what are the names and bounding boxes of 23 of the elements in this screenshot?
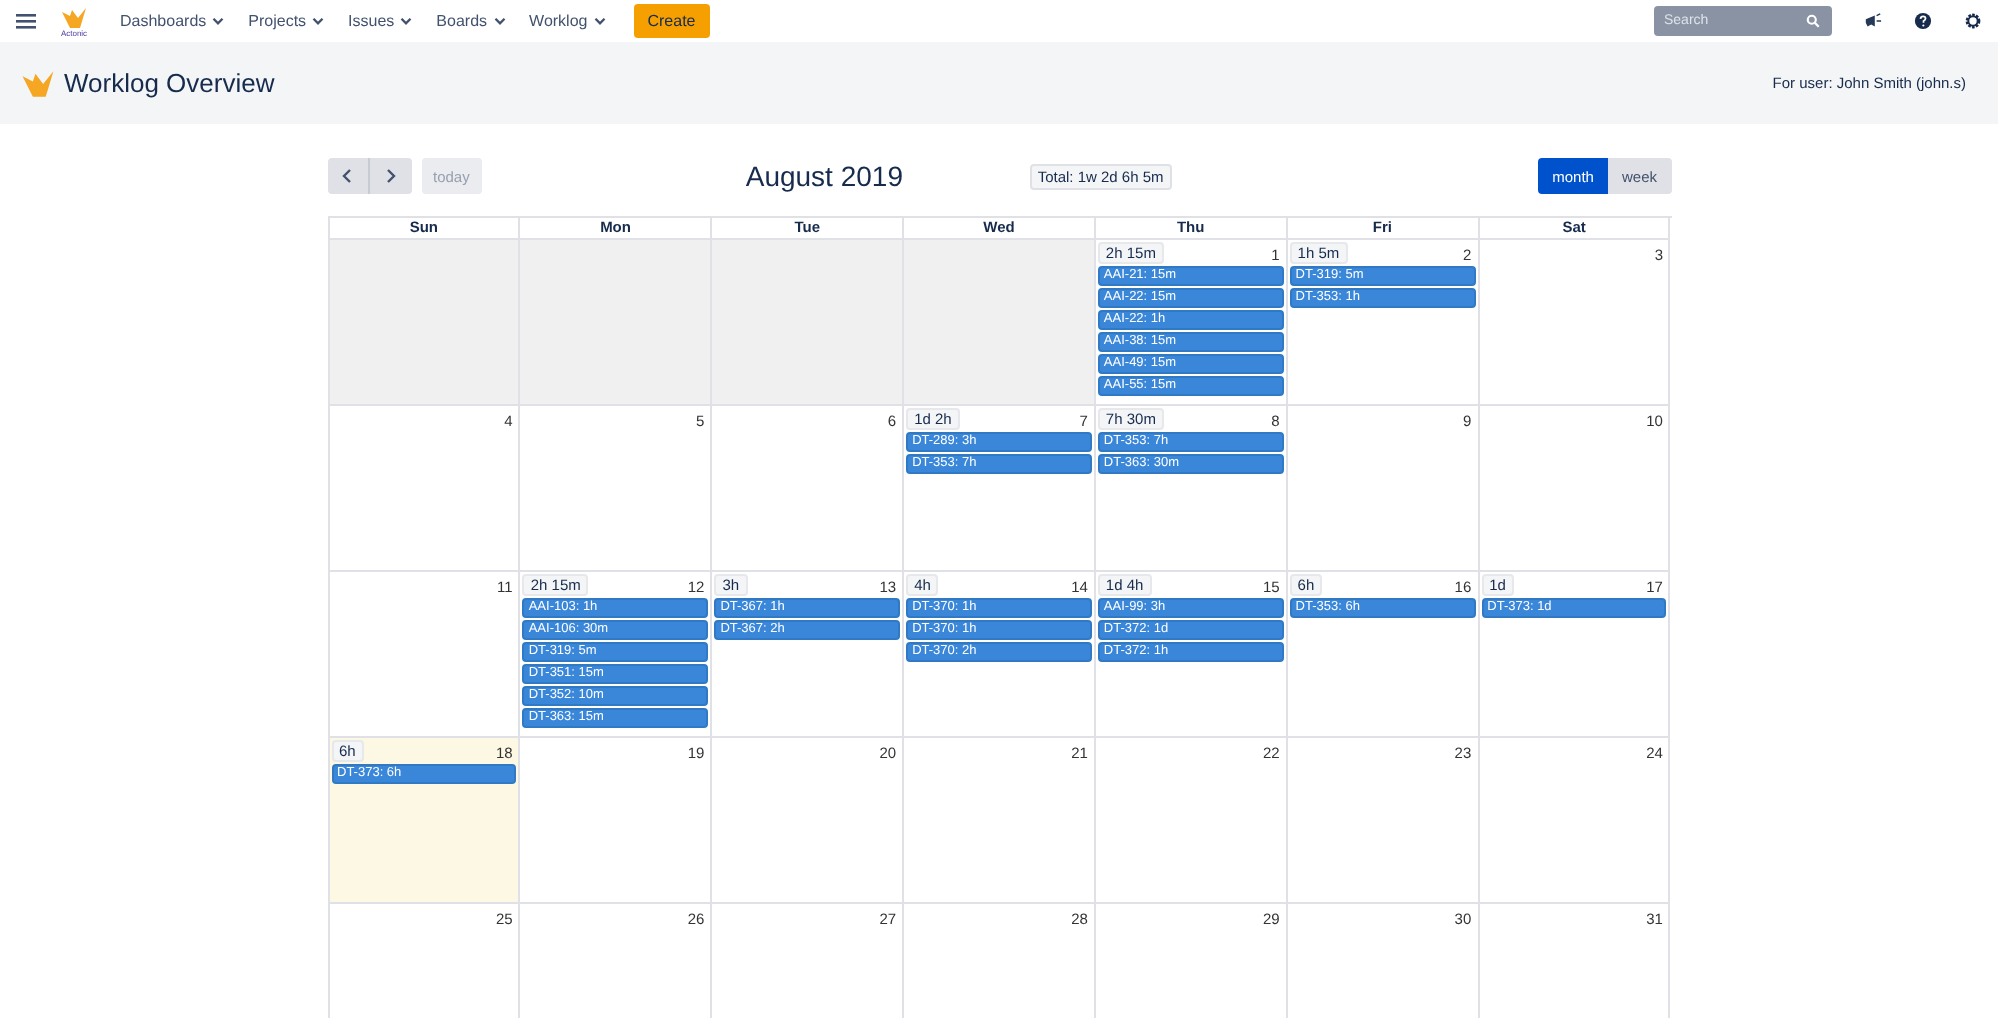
nav-menu[interactable]: Boards xyxy=(432,12,510,30)
caret-icon xyxy=(493,16,506,26)
logo-icon xyxy=(20,67,56,99)
megaphone-icon[interactable] xyxy=(1864,12,1882,30)
caret-icon xyxy=(400,16,413,26)
page-title: Worklog Overview xyxy=(64,68,275,98)
nav-menu[interactable]: Dashboards xyxy=(116,12,229,30)
menu-icon[interactable] xyxy=(16,12,36,30)
nav-menu[interactable]: Issues xyxy=(344,12,417,30)
caret-icon xyxy=(312,16,325,26)
month-title: August 2019 xyxy=(745,160,903,192)
create-button[interactable]: Create xyxy=(633,4,710,38)
caret-icon xyxy=(593,16,606,26)
previous-button[interactable] xyxy=(327,158,369,194)
caret-icon xyxy=(212,16,225,26)
chevron-left-icon xyxy=(340,168,354,184)
chevron-right-icon xyxy=(383,168,397,184)
nav-menu[interactable]: Worklog xyxy=(525,12,610,30)
help-icon[interactable] xyxy=(1914,12,1932,30)
search-icon xyxy=(1806,14,1820,28)
next-button[interactable] xyxy=(369,158,411,194)
settings-icon[interactable] xyxy=(1964,12,1982,30)
nav-menu[interactable]: Projects xyxy=(244,12,329,30)
